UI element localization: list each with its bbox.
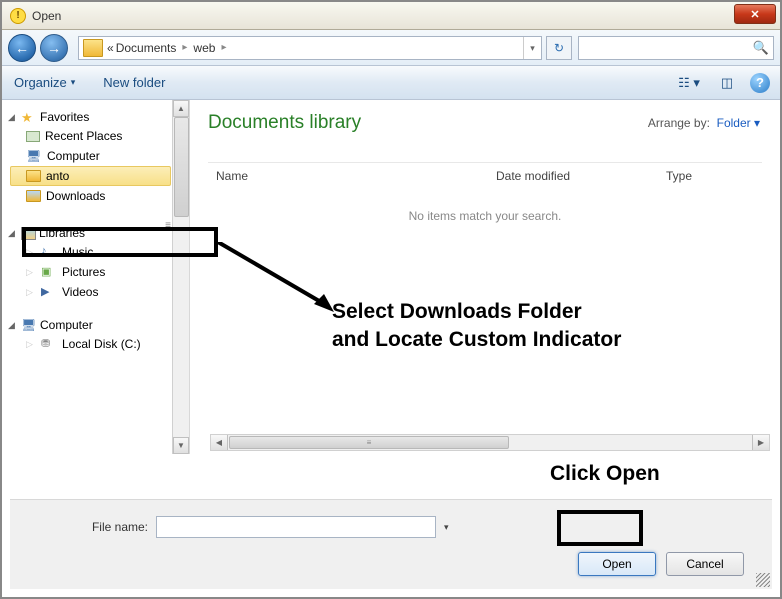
- sidebar: ◢ ★ Favorites Recent Places 🖥 Computer a…: [2, 100, 190, 454]
- pictures-icon: ▣: [41, 265, 57, 279]
- main-panel: Documents library Arrange by: Folder ▾ N…: [190, 100, 780, 454]
- sidebar-computer2-label: Computer: [40, 318, 93, 332]
- close-button[interactable]: ✕: [734, 4, 776, 24]
- breadcrumb-seg2[interactable]: web: [193, 41, 215, 55]
- new-folder-label: New folder: [103, 75, 165, 90]
- sidebar-item-anto[interactable]: anto: [10, 166, 171, 186]
- arrange-by: Arrange by: Folder ▾: [648, 116, 760, 130]
- chevron-down-icon: ▾: [71, 77, 76, 88]
- sidebar-item-pictures[interactable]: ▷ ▣ Pictures: [2, 262, 189, 282]
- resize-grip-icon[interactable]: [756, 573, 770, 587]
- address-bar[interactable]: « Documents ▸ web ▸ ▾: [78, 36, 542, 60]
- collapse-icon: ◢: [8, 320, 18, 331]
- sidebar-videos-label: Videos: [62, 285, 98, 299]
- forward-button[interactable]: →: [40, 34, 68, 62]
- chevron-right-icon: ▸: [221, 42, 226, 53]
- main-hscrollbar[interactable]: ◀ ≡ ▶: [210, 434, 770, 451]
- folder-icon: [26, 170, 41, 182]
- help-button[interactable]: ?: [750, 73, 770, 93]
- address-dropdown[interactable]: ▾: [523, 37, 541, 59]
- sidebar-localc-label: Local Disk (C:): [62, 337, 141, 351]
- annotation-box-downloads: [22, 227, 218, 257]
- sidebar-favorites-label: Favorites: [40, 110, 89, 124]
- annotation-box-open: [557, 510, 643, 546]
- filename-label: File name:: [28, 520, 148, 534]
- folder-icon: [26, 190, 41, 202]
- arrange-label: Arrange by:: [648, 116, 710, 130]
- bottom-panel: File name: ▾ Open Cancel: [10, 499, 772, 589]
- sidebar-item-videos[interactable]: ▷ ▶ Videos: [2, 282, 189, 302]
- computer-icon: 🖥: [26, 149, 42, 163]
- breadcrumb-prefix: «: [107, 41, 114, 55]
- scroll-thumb[interactable]: [174, 117, 189, 217]
- empty-message: No items match your search.: [208, 209, 762, 223]
- new-folder-button[interactable]: New folder: [103, 75, 165, 90]
- filename-input[interactable]: [156, 516, 436, 538]
- search-box[interactable]: 🔍: [578, 36, 774, 60]
- scroll-left-button[interactable]: ◀: [211, 435, 228, 450]
- sidebar-computer-label: Computer: [47, 149, 100, 163]
- sidebar-item-recent[interactable]: Recent Places: [2, 126, 189, 146]
- breadcrumb[interactable]: « Documents ▸ web ▸: [107, 41, 523, 55]
- sidebar-item-computer[interactable]: 🖥 Computer: [2, 146, 189, 166]
- breadcrumb-seg1[interactable]: Documents: [116, 41, 177, 55]
- open-button[interactable]: Open: [578, 552, 656, 576]
- expand-icon: ▷: [26, 339, 36, 350]
- titlebar: ! Open ✕: [2, 2, 780, 30]
- sidebar-item-localc[interactable]: ▷ ⛃ Local Disk (C:): [2, 334, 189, 354]
- collapse-icon: ◢: [8, 228, 18, 239]
- navbar: ← → « Documents ▸ web ▸ ▾ ↻ 🔍: [2, 30, 780, 66]
- scroll-up-button[interactable]: ▲: [173, 100, 189, 117]
- col-type[interactable]: Type: [666, 169, 692, 183]
- search-input[interactable]: [583, 41, 753, 55]
- sidebar-recent-label: Recent Places: [45, 129, 122, 143]
- folder-icon: [83, 39, 103, 57]
- chevron-right-icon: ▸: [182, 42, 187, 53]
- scroll-right-button[interactable]: ▶: [752, 435, 769, 450]
- refresh-button[interactable]: ↻: [546, 36, 572, 60]
- collapse-icon: ◢: [8, 112, 18, 123]
- col-date[interactable]: Date modified: [496, 169, 626, 183]
- annotation-text-1: Select Downloads Folder and Locate Custo…: [332, 298, 621, 355]
- scroll-thumb[interactable]: ≡: [229, 436, 509, 449]
- window-title: Open: [32, 9, 61, 23]
- sidebar-pictures-label: Pictures: [62, 265, 105, 279]
- expand-icon: ▷: [26, 287, 36, 298]
- filename-dropdown-icon[interactable]: ▾: [444, 522, 462, 533]
- sidebar-downloads-label: Downloads: [46, 189, 105, 203]
- sidebar-anto-label: anto: [46, 169, 69, 183]
- dialog-warning-icon: !: [10, 8, 26, 24]
- star-icon: ★: [21, 110, 37, 124]
- sidebar-item-downloads[interactable]: Downloads: [2, 186, 189, 206]
- view-options-button[interactable]: ☷ ▾: [674, 72, 704, 94]
- arrange-value[interactable]: Folder ▾: [717, 116, 760, 130]
- sidebar-scrollbar[interactable]: ▲ ▼: [172, 100, 189, 454]
- annotation-text-2: Click Open: [544, 460, 666, 488]
- organize-label: Organize: [14, 75, 67, 90]
- cancel-button[interactable]: Cancel: [666, 552, 744, 576]
- expand-icon: ▷: [26, 267, 36, 278]
- toolbar: Organize ▾ New folder ☷ ▾ ◫ ?: [2, 66, 780, 100]
- scroll-down-button[interactable]: ▼: [173, 437, 189, 454]
- videos-icon: ▶: [41, 285, 57, 299]
- search-icon: 🔍: [753, 40, 769, 56]
- drive-icon: ⛃: [41, 337, 57, 351]
- computer-icon: 🖥: [21, 318, 37, 332]
- list-header: Name Date modified Type: [208, 162, 762, 189]
- body-area: ◢ ★ Favorites Recent Places 🖥 Computer a…: [2, 100, 780, 454]
- preview-pane-button[interactable]: ◫: [712, 72, 742, 94]
- recent-places-icon: [26, 131, 40, 142]
- back-button[interactable]: ←: [8, 34, 36, 62]
- sidebar-computer-header[interactable]: ◢ 🖥 Computer: [2, 316, 189, 334]
- sidebar-favorites-header[interactable]: ◢ ★ Favorites: [2, 108, 189, 126]
- col-name[interactable]: Name: [216, 169, 456, 183]
- organize-menu[interactable]: Organize ▾: [14, 75, 75, 90]
